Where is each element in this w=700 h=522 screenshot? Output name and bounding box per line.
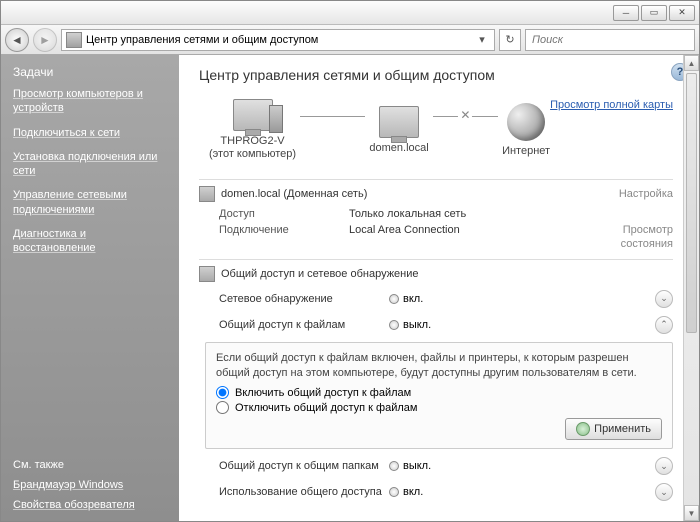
connection-value: Local Area Connection xyxy=(349,224,603,250)
node3-name: Интернет xyxy=(502,145,550,158)
sidebar-task-manage[interactable]: Управление сетевыми подключениями xyxy=(13,188,167,217)
globe-icon xyxy=(507,103,545,141)
address-bar[interactable]: Центр управления сетями и общим доступом… xyxy=(61,29,495,51)
back-button[interactable]: ◄ xyxy=(5,28,29,52)
refresh-button[interactable]: ↻ xyxy=(499,29,521,51)
status-dot-icon xyxy=(389,294,399,304)
node1-name: THPROG2-V xyxy=(220,135,284,147)
expand-printershare-button[interactable]: ⌄ xyxy=(655,483,673,501)
scroll-track[interactable] xyxy=(684,71,699,505)
address-path: Центр управления сетями и общим доступом xyxy=(86,34,318,46)
radio-enable-fileshare[interactable]: Включить общий доступ к файлам xyxy=(216,386,662,399)
forward-button[interactable]: ► xyxy=(33,28,57,52)
maximize-button[interactable]: ▭ xyxy=(641,5,667,21)
tasks-heading: Задачи xyxy=(13,65,167,79)
expand-discovery-button[interactable]: ⌄ xyxy=(655,290,673,308)
file-sharing-panel: Если общий доступ к файлам включен, файл… xyxy=(205,342,673,450)
sharing-heading: Общий доступ и сетевое обнаружение xyxy=(221,268,419,280)
computer-icon xyxy=(379,106,419,138)
printershare-status: вкл. xyxy=(403,486,423,498)
sidebar-task-setup[interactable]: Установка подключения или сети xyxy=(13,150,167,179)
discovery-label: Сетевое обнаружение xyxy=(219,293,389,305)
publicshare-label: Общий доступ к общим папкам xyxy=(219,460,389,472)
radio-disable-input[interactable] xyxy=(216,401,229,414)
radio-enable-label: Включить общий доступ к файлам xyxy=(235,387,411,399)
sidebar-task-diagnose[interactable]: Диагностика и восстановление xyxy=(13,227,167,256)
publicshare-status: выкл. xyxy=(403,460,431,472)
content-area: ? Центр управления сетями и общим доступ… xyxy=(179,55,699,521)
access-value: Только локальная сеть xyxy=(349,208,673,220)
computer-icon xyxy=(233,99,273,131)
shield-icon xyxy=(576,422,590,436)
node2-name: domen.local xyxy=(369,142,428,155)
apply-button[interactable]: Применить xyxy=(565,418,662,440)
scrollbar[interactable]: ▲ ▼ xyxy=(683,55,699,521)
view-state-link[interactable]: Просмотр состояния xyxy=(603,224,673,250)
sidebar-link-internet-options[interactable]: Свойства обозревателя xyxy=(13,499,167,511)
sidebar-link-firewall[interactable]: Брандмауэр Windows xyxy=(13,479,167,491)
scroll-thumb[interactable] xyxy=(686,73,697,333)
netmap-node-internet: Интернет xyxy=(502,103,550,158)
status-dot-icon xyxy=(389,487,399,497)
link-line-2-broken xyxy=(433,116,498,117)
netmap-node-this-pc: THPROG2-V(этот компьютер) xyxy=(209,99,296,161)
row-printer-sharing: Использование общего доступа вкл. ⌄ xyxy=(199,479,673,505)
status-dot-icon xyxy=(389,320,399,330)
apply-label: Применить xyxy=(594,423,651,435)
fileshare-status: выкл. xyxy=(403,319,431,331)
network-title: domen.local (Доменная сеть) xyxy=(221,188,367,200)
sharing-section-head: Общий доступ и сетевое обнаружение xyxy=(199,266,673,282)
titlebar: ─ ▭ ✕ xyxy=(1,1,699,25)
discovery-status: вкл. xyxy=(403,293,423,305)
control-panel-icon xyxy=(66,32,82,48)
network-map: THPROG2-V(этот компьютер) domen.local Ин… xyxy=(209,99,550,161)
access-label: Доступ xyxy=(219,208,349,220)
status-dot-icon xyxy=(389,461,399,471)
view-full-map-link[interactable]: Просмотр полной карты xyxy=(550,99,673,111)
radio-enable-input[interactable] xyxy=(216,386,229,399)
page-title: Центр управления сетями и общим доступом xyxy=(199,67,673,83)
sharing-icon xyxy=(199,266,215,282)
address-dropdown-icon[interactable]: ▾ xyxy=(474,33,490,46)
connection-label: Подключение xyxy=(219,224,349,250)
window: ─ ▭ ✕ ◄ ► Центр управления сетями и общи… xyxy=(0,0,700,522)
sidebar-task-devices[interactable]: Просмотр компьютеров и устройств xyxy=(13,87,167,116)
row-public-sharing: Общий доступ к общим папкам выкл. ⌄ xyxy=(199,453,673,479)
navbar: ◄ ► Центр управления сетями и общим дост… xyxy=(1,25,699,55)
scroll-down-button[interactable]: ▼ xyxy=(684,505,699,521)
radio-disable-fileshare[interactable]: Отключить общий доступ к файлам xyxy=(216,401,662,414)
node1-sub: (этот компьютер) xyxy=(209,148,296,160)
sidebar: Задачи Просмотр компьютеров и устройств … xyxy=(1,55,179,521)
link-line-1 xyxy=(300,116,365,117)
fileshare-label: Общий доступ к файлам xyxy=(219,319,389,331)
network-section-head: domen.local (Доменная сеть) Настройка xyxy=(199,186,673,202)
printershare-label: Использование общего доступа xyxy=(219,486,389,498)
scroll-up-button[interactable]: ▲ xyxy=(684,55,699,71)
minimize-button[interactable]: ─ xyxy=(613,5,639,21)
tower-icon xyxy=(269,105,283,133)
row-file-sharing: Общий доступ к файлам выкл. ⌃ xyxy=(199,312,673,338)
search-input[interactable] xyxy=(532,34,688,46)
search-box[interactable] xyxy=(525,29,695,51)
radio-disable-label: Отключить общий доступ к файлам xyxy=(235,402,417,414)
row-network-discovery: Сетевое обнаружение вкл. ⌄ xyxy=(199,286,673,312)
see-also-heading: См. также xyxy=(13,459,167,471)
collapse-fileshare-button[interactable]: ⌃ xyxy=(655,316,673,334)
fileshare-hint: Если общий доступ к файлам включен, файл… xyxy=(216,351,662,381)
network-icon xyxy=(199,186,215,202)
sidebar-task-connect[interactable]: Подключиться к сети xyxy=(13,126,167,140)
netmap-node-domain: domen.local xyxy=(369,106,428,155)
expand-publicshare-button[interactable]: ⌄ xyxy=(655,457,673,475)
network-settings-link[interactable]: Настройка xyxy=(619,188,673,200)
close-button[interactable]: ✕ xyxy=(669,5,695,21)
